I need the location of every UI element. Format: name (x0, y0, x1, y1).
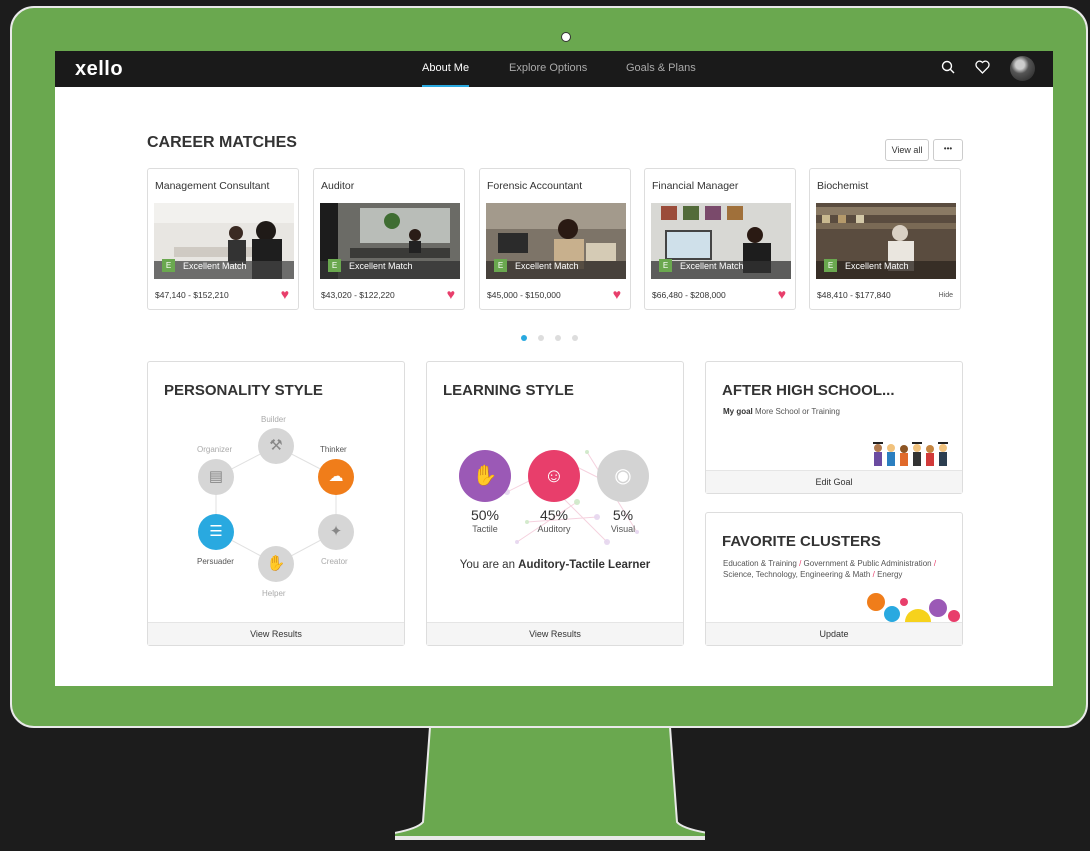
excellent-match-badge: E Excellent Match (162, 259, 247, 272)
carousel-dot[interactable] (572, 335, 578, 341)
salary-range: $43,020 - $122,220 (321, 290, 395, 300)
favorite-heart-icon[interactable]: ♥ (778, 286, 786, 302)
personality-view-results-button[interactable]: View Results (148, 622, 404, 645)
career-card-photo: E Excellent Match (154, 203, 294, 279)
avatar[interactable] (1010, 56, 1035, 81)
personality-label-thinker: Thinker (320, 445, 347, 454)
monitor-stand (395, 727, 705, 840)
cluster-government-public-administration[interactable]: Government & Public Administration (804, 559, 932, 568)
personality-style-panel: PERSONALITY STYLE Builder ⚒ Thinker ☁ ✦ … (147, 361, 405, 646)
cluster-bubbles-illustration (867, 593, 960, 624)
nav-about-me[interactable]: About Me (422, 51, 470, 87)
career-card-photo: E Excellent Match (320, 203, 460, 279)
carousel-dot[interactable] (521, 335, 527, 341)
personality-label-persuader: Persuader (197, 557, 234, 566)
cluster-energy[interactable]: Energy (877, 570, 902, 579)
edit-goal-button[interactable]: Edit Goal (706, 470, 962, 493)
personality-label-builder: Builder (261, 415, 286, 424)
update-clusters-button[interactable]: Update (706, 622, 962, 645)
personality-label-organizer: Organizer (197, 445, 233, 454)
carousel-pagination (521, 328, 589, 346)
learning-view-results-button[interactable]: View Results (427, 622, 683, 645)
xello-logo[interactable]: xello (75, 58, 123, 81)
visual-percent: 5% (612, 507, 634, 523)
personality-hexagon-lines (215, 445, 337, 565)
excellent-match-badge: E Excellent Match (824, 259, 909, 272)
more-options-button[interactable]: ••• (933, 139, 963, 161)
cluster-stem[interactable]: Science, Technology, Engineering & Math (723, 570, 870, 579)
career-card-photo: E Excellent Match (651, 203, 791, 279)
nav-goals-plans[interactable]: Goals & Plans (626, 51, 696, 87)
learning-network-decoration (504, 450, 639, 545)
app-screen: xello About Me Explore Options Goals & P… (55, 51, 1053, 686)
head-listening-icon: ☺ (528, 450, 580, 502)
thought-bubble-icon: ☁ (318, 459, 354, 495)
career-card-financial-manager[interactable]: Financial Manager E Excellent Match $66,4… (644, 168, 796, 310)
career-card-forensic-accountant[interactable]: Forensic Accountant E Excellent Match $45… (479, 168, 631, 310)
tactile-percent: 50% (470, 507, 500, 523)
nav-explore-options[interactable]: Explore Options (509, 51, 587, 87)
goal-text: My goal More School or Training (723, 407, 840, 416)
career-card-title: Management Consultant (155, 180, 270, 192)
after-high-school-panel: AFTER HIGH SCHOOL... My goal More School… (705, 361, 963, 494)
visual-label: Visual (610, 524, 636, 534)
salary-range: $48,410 - $177,840 (817, 290, 891, 300)
learner-summary: You are an Auditory-Tactile Learner (459, 559, 651, 571)
career-card-title: Biochemist (817, 180, 869, 192)
hide-link[interactable]: Hide (939, 292, 953, 299)
search-icon[interactable] (939, 60, 957, 78)
top-navigation-bar: xello About Me Explore Options Goals & P… (55, 51, 1053, 87)
carousel-dot[interactable] (538, 335, 544, 341)
favorite-heart-icon[interactable]: ♥ (613, 286, 621, 302)
career-matches-title: CAREER MATCHES (147, 134, 297, 151)
eye-icon: ◉ (597, 450, 649, 502)
excellent-match-badge: E Excellent Match (328, 259, 413, 272)
clipboard-icon: ▤ (198, 459, 234, 495)
carousel-dot[interactable] (555, 335, 561, 341)
career-card-biochemist[interactable]: Biochemist E Excellent Match $48,410 - $1… (809, 168, 961, 310)
after-high-school-title: AFTER HIGH SCHOOL... (722, 382, 895, 399)
personality-label-creator: Creator (321, 557, 348, 566)
salary-range: $66,480 - $208,000 (652, 290, 726, 300)
career-card-title: Auditor (321, 180, 355, 192)
career-card-photo: E Excellent Match (816, 203, 956, 279)
salary-range: $47,140 - $152,210 (155, 290, 229, 300)
cluster-separator: / (799, 559, 802, 568)
lightbulb-icon: ✦ (318, 514, 354, 550)
career-card-title: Forensic Accountant (487, 180, 583, 192)
excellent-match-badge: E Excellent Match (659, 259, 744, 272)
favorite-heart-icon[interactable]: ♥ (447, 286, 455, 302)
favorite-clusters-panel: FAVORITE CLUSTERS Education & Training /… (705, 512, 963, 646)
excellent-match-badge: E Excellent Match (494, 259, 579, 272)
hand-icon: ✋ (459, 450, 511, 502)
career-card-photo: E Excellent Match (486, 203, 626, 279)
cluster-education-training[interactable]: Education & Training (723, 559, 797, 568)
helping-hand-icon: ✋ (258, 546, 294, 582)
learning-style-panel: LEARNING STYLE ✋ ☺ ◉ 50% Tactile 45% Aud… (426, 361, 684, 646)
view-all-button[interactable]: View all (885, 139, 929, 161)
salary-range: $45,000 - $150,000 (487, 290, 561, 300)
cluster-separator: / (872, 570, 875, 579)
cluster-list: Education & Training / Government & Publ… (723, 558, 948, 580)
learning-style-title: LEARNING STYLE (443, 382, 574, 399)
speech-bubble-icon: ☰ (198, 514, 234, 550)
favorite-heart-icon[interactable]: ♥ (281, 286, 289, 302)
cluster-separator: / (933, 559, 937, 568)
auditory-percent: 45% (539, 507, 569, 523)
heart-icon[interactable] (973, 60, 991, 78)
auditory-label: Auditory (537, 524, 571, 534)
career-card-auditor[interactable]: Auditor E Excellent Match $43,020 - $122,… (313, 168, 465, 310)
camera-dot (561, 32, 571, 42)
favorite-clusters-title: FAVORITE CLUSTERS (722, 533, 881, 550)
personality-label-helper: Helper (262, 589, 286, 598)
hammer-icon: ⚒ (258, 428, 294, 464)
career-card-title: Financial Manager (652, 180, 739, 192)
career-card-management-consultant[interactable]: Management Consultant E Excellent Match $… (147, 168, 299, 310)
tactile-label: Tactile (472, 524, 498, 534)
graduates-illustration (873, 442, 948, 466)
